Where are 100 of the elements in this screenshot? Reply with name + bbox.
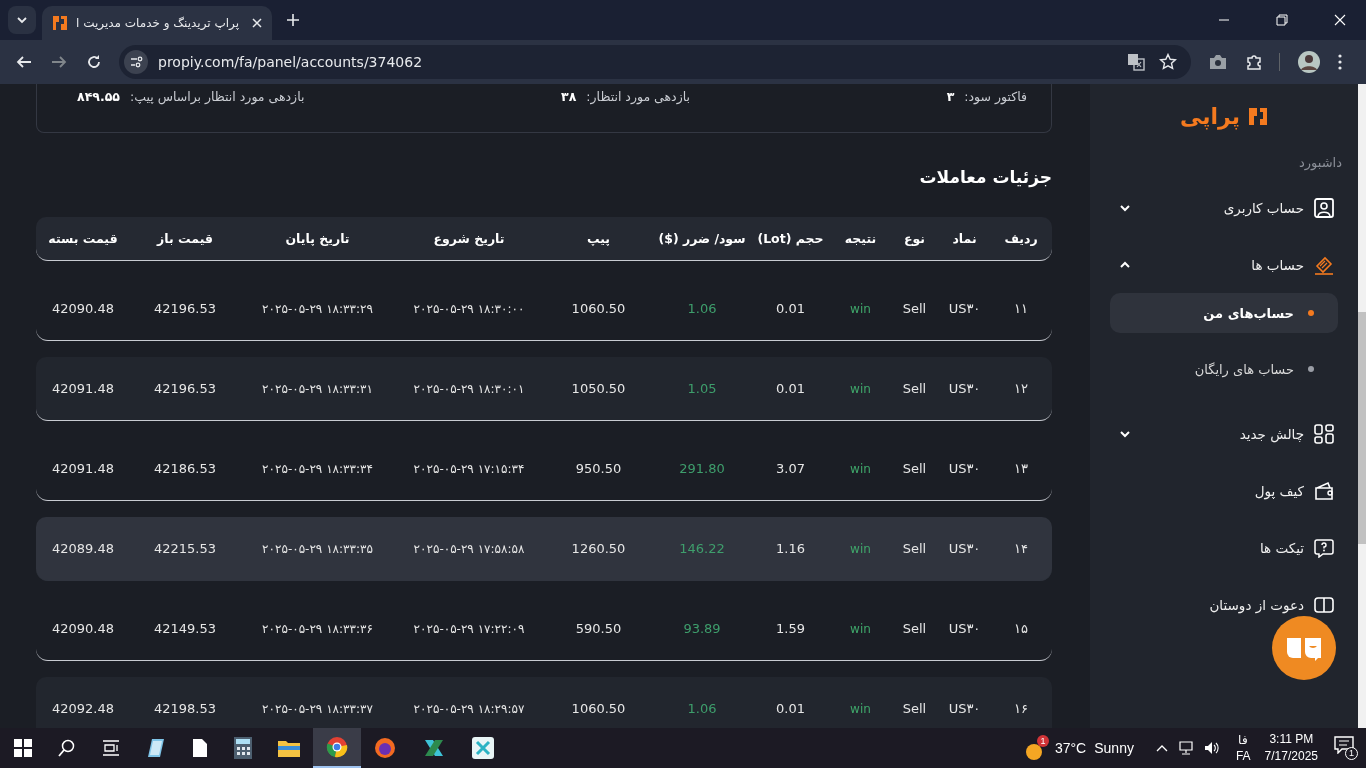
camera-icon[interactable] (1209, 54, 1227, 70)
table-cell: US۳۰ (948, 301, 981, 316)
chevron-icon[interactable] (1120, 430, 1130, 438)
table-cell: 42196.53 (154, 301, 216, 316)
notification-count: 1 (1345, 747, 1358, 760)
address-bar[interactable]: propiy.com/fa/panel/accounts/374062 (119, 45, 1191, 79)
chrome-taskbar-icon[interactable] (313, 728, 361, 768)
table-cell: ۱۲ (1014, 381, 1028, 396)
sidebar-item[interactable]: حساب ها (1110, 237, 1338, 293)
site-settings-icon[interactable] (124, 50, 148, 74)
table-cell: win (850, 461, 871, 476)
notifications-icon[interactable] (1334, 736, 1354, 754)
task-view-icon[interactable] (102, 740, 120, 756)
start-icon[interactable] (14, 739, 32, 757)
chevron-icon[interactable] (1120, 204, 1130, 212)
column-header: قیمت بسته (47, 231, 119, 246)
network-icon[interactable] (1177, 741, 1194, 755)
translate-icon[interactable] (1127, 53, 1145, 71)
firefox-icon[interactable] (374, 737, 396, 759)
calculator-icon[interactable] (234, 737, 252, 759)
column-header: ردیف (1003, 231, 1039, 246)
table-cell: ۱۶ (1014, 701, 1028, 716)
table-cell: US۳۰ (948, 381, 981, 396)
table-cell: 1260.50 (571, 541, 626, 556)
table-cell: Sell (902, 301, 927, 316)
table-cell: win (850, 301, 871, 316)
table-cell: US۳۰ (948, 701, 981, 716)
table-cell: ۲۰۲۵-۰۵-۲۹ ۱۸:۳۳:۳۵ (262, 541, 373, 556)
table-cell: 0.01 (776, 701, 805, 716)
table-cell: ۱۴ (1014, 541, 1028, 556)
column-header: قیمت باز (155, 231, 214, 246)
column-header: حجم (Lot) (756, 231, 825, 246)
table-cell: 42089.48 (52, 541, 114, 556)
sidebar-item[interactable]: چالش جدید (1110, 406, 1338, 462)
table-cell: 42196.53 (154, 381, 216, 396)
table-cell: ۲۰۲۵-۰۵-۲۹ ۱۸:۲۹:۵۷ (413, 701, 525, 716)
table-cell: win (850, 621, 871, 636)
section-title: جزئیات معاملات (918, 166, 1052, 189)
logo-text: پراپی (1180, 103, 1240, 129)
table-cell: US۳۰ (948, 541, 981, 556)
column-header: پیپ (586, 231, 611, 246)
summary-value: ۳ (946, 89, 955, 104)
table-cell: 1.59 (776, 621, 805, 636)
caret-icon[interactable] (1155, 744, 1168, 752)
table-cell: ۲۰۲۵-۰۵-۲۹ ۱۸:۳۰:۰۱ (413, 381, 525, 396)
sidebar-item[interactable]: دعوت از دوستان (1110, 577, 1338, 633)
sidebar-item[interactable]: حساب کاربری (1110, 180, 1338, 236)
table-cell: 42091.48 (52, 381, 114, 396)
notification-badge: 1 (1036, 735, 1049, 747)
search-icon[interactable] (58, 739, 76, 757)
table-cell: 1060.50 (571, 701, 626, 716)
column-header: سود/ ضرر ($) (657, 231, 747, 246)
chevron-icon[interactable] (1120, 261, 1130, 269)
new-tab-icon[interactable] (286, 13, 300, 27)
temperature-text: 37°C (1054, 740, 1087, 756)
tab-title: پراپ تریدینگ و خدمات مدیریت ا (76, 16, 240, 30)
table-cell: Sell (902, 381, 927, 396)
star-icon[interactable] (1159, 53, 1177, 71)
column-header: نماد (951, 231, 978, 246)
folder-icon[interactable] (278, 739, 300, 757)
table-cell: ۲۰۲۵-۰۵-۲۹ ۱۷:۵۸:۵۸ (413, 541, 525, 556)
notepad-icon[interactable] (146, 738, 166, 758)
table-cell: 1.16 (776, 541, 805, 556)
table-cell: 1.06 (687, 701, 717, 716)
table-cell: US۳۰ (948, 621, 981, 636)
table-cell: 0.01 (776, 301, 805, 316)
scrollbar[interactable] (1358, 84, 1366, 728)
summary-label: فاکتور سود: (964, 89, 1027, 104)
table-cell: 1.06 (687, 301, 717, 316)
summary-label: بازدهی مورد انتظار براساس پیپ: (129, 89, 305, 104)
back-icon[interactable] (16, 54, 32, 70)
close-icon[interactable] (252, 18, 262, 28)
table-cell: 42198.53 (154, 701, 216, 716)
submenu-item[interactable]: حساب های رایگان (1110, 349, 1338, 389)
extensions-icon[interactable] (1245, 53, 1263, 71)
table-cell: 590.50 (575, 621, 622, 636)
table-cell: ۲۰۲۵-۰۵-۲۹ ۱۸:۳۳:۳۶ (262, 621, 373, 636)
table-cell: 1060.50 (571, 301, 626, 316)
restore-icon[interactable] (1276, 14, 1288, 26)
sidebar-item[interactable]: تیکت ها (1110, 520, 1338, 576)
tab-search-button[interactable] (8, 6, 36, 34)
table-cell: win (850, 701, 871, 716)
table-cell: ۱۱ (1014, 301, 1028, 316)
table-cell: ۲۰۲۵-۰۵-۲۹ ۱۸:۳۳:۳۷ (262, 701, 373, 716)
sidebar-item[interactable]: کیف پول (1110, 463, 1338, 519)
column-header: تاریخ پایان (284, 231, 351, 246)
table-cell: 42215.53 (154, 541, 216, 556)
table-cell: 42149.53 (154, 621, 216, 636)
table-cell: 146.22 (679, 541, 725, 556)
submenu-item[interactable]: حساب‌های من (1110, 293, 1338, 333)
profile-avatar[interactable] (1298, 51, 1320, 73)
forward-icon[interactable] (51, 54, 67, 70)
browser-tab[interactable]: پراپ تریدینگ و خدمات مدیریت ا (42, 6, 272, 40)
volume-icon[interactable] (1203, 741, 1220, 755)
menu-icon[interactable] (1338, 54, 1342, 70)
document-icon[interactable] (192, 738, 208, 758)
reload-icon[interactable] (86, 54, 102, 70)
table-cell: ۱۳ (1014, 461, 1028, 476)
weather-text: Sunny (1094, 740, 1134, 756)
clock[interactable]: 3:11 PM 7/17/2025 (1264, 731, 1318, 765)
